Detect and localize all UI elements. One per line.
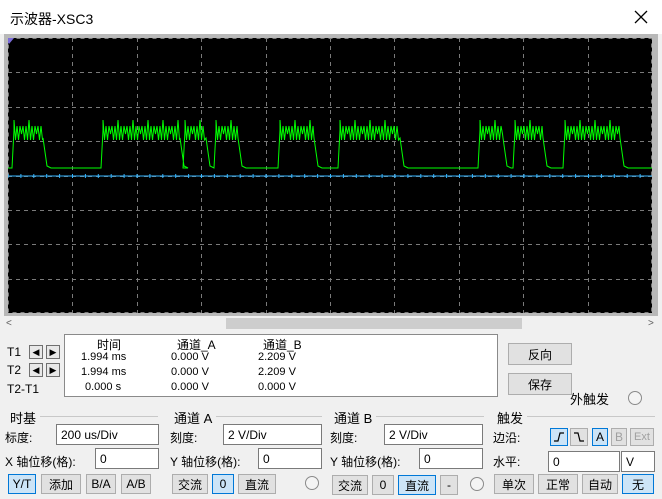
channel-a-ypos-field[interactable]: 0	[258, 448, 322, 469]
trigger-level-unit[interactable]: V	[621, 451, 655, 472]
cursor-marker-icon	[8, 38, 14, 44]
arrow-right-icon: ▶	[49, 346, 57, 357]
channel-b-dc-button[interactable]: 直流	[398, 475, 436, 495]
close-icon	[634, 10, 648, 24]
cursor-t2-label: T2	[7, 363, 22, 377]
row2-channel-a: 0.000 V	[171, 366, 209, 378]
rising-edge-icon	[554, 432, 564, 442]
ext-trigger-terminal[interactable]	[628, 391, 642, 405]
arrow-left-icon: ◀	[32, 346, 40, 357]
trigger-falling-edge-button[interactable]	[570, 428, 588, 446]
channel-a-ac-button[interactable]: 交流	[172, 474, 208, 494]
t2-right-button[interactable]: ▶	[46, 363, 60, 377]
row1-channel-b: 2.209 V	[258, 351, 296, 363]
channel-b-scale-label: 刻度:	[330, 431, 358, 445]
reverse-button[interactable]: 反向	[508, 343, 572, 365]
mode-ab-button[interactable]: A/B	[121, 474, 151, 494]
channel-b-terminal[interactable]	[470, 477, 484, 491]
trigger-normal-button[interactable]: 正常	[538, 474, 578, 494]
falling-edge-icon	[574, 432, 584, 442]
trace-channel-b	[8, 174, 652, 178]
trigger-source-a-button[interactable]: A	[592, 428, 608, 446]
scope-screen[interactable]	[8, 38, 652, 313]
timebase-scale-field[interactable]: 200 us/Div	[56, 424, 159, 445]
scope-display	[8, 38, 652, 313]
row3-channel-a: 0.000 V	[171, 381, 209, 393]
trigger-title: 触发	[497, 411, 524, 426]
channel-b-scale-field[interactable]: 2 V/Div	[384, 424, 483, 445]
trigger-auto-button[interactable]: 自动	[582, 474, 618, 494]
channel-a-scale-field[interactable]: 2 V/Div	[223, 424, 322, 445]
channel-a-dc-button[interactable]: 直流	[238, 474, 276, 494]
channel-b-title: 通道 B	[334, 411, 373, 426]
row2-channel-b: 2.209 V	[258, 366, 296, 378]
trigger-single-button[interactable]: 单次	[494, 474, 534, 494]
arrow-left-icon: ◀	[32, 364, 40, 375]
trigger-divider	[527, 416, 655, 417]
trigger-rising-edge-button[interactable]	[550, 428, 568, 446]
scroll-left-icon[interactable]: <	[6, 318, 12, 329]
trigger-source-b-button[interactable]: B	[611, 428, 627, 446]
channel-a-title: 通道 A	[174, 411, 213, 426]
t1-right-button[interactable]: ▶	[46, 345, 60, 359]
arrow-right-icon: ▶	[49, 364, 57, 375]
trigger-level-field[interactable]: 0	[548, 451, 620, 472]
mode-yt-button[interactable]: Y/T	[8, 474, 36, 494]
t2-left-button[interactable]: ◀	[29, 363, 43, 377]
row1-channel-a: 0.000 V	[171, 351, 209, 363]
window-title: 示波器-XSC3	[10, 11, 94, 27]
row1-time: 1.994 ms	[81, 351, 127, 363]
channel-b-divider	[376, 416, 484, 417]
title-bar	[0, 0, 662, 34]
channel-a-zero-button[interactable]: 0	[212, 474, 234, 494]
measurement-readout: 时间 通道_A 通道_B 1.994 ms 0.000 V 2.209 V 1.…	[64, 334, 498, 397]
scroll-right-icon[interactable]: >	[648, 318, 654, 329]
row2-time: 1.994 ms	[81, 366, 127, 378]
channel-b-ypos-label: Y 轴位移(格):	[330, 455, 401, 469]
row3-time: 0.000 s	[85, 381, 122, 393]
timebase-scale-label: 标度:	[5, 431, 33, 445]
trigger-none-button[interactable]: 无	[622, 474, 654, 494]
trigger-level-label: 水平:	[493, 455, 521, 469]
trigger-source-ext-button[interactable]: Ext	[630, 428, 654, 446]
channel-b-zero-button[interactable]: 0	[372, 475, 394, 495]
scrollbar-thumb[interactable]	[226, 318, 522, 329]
close-button[interactable]	[626, 4, 656, 30]
cursor-t1-label: T1	[7, 345, 22, 359]
timebase-xpos-label: X 轴位移(格):	[5, 455, 76, 469]
timebase-divider	[40, 416, 158, 417]
channel-b-ac-button[interactable]: 交流	[332, 475, 368, 495]
timebase-title: 时基	[10, 411, 37, 426]
channel-a-terminal[interactable]	[305, 476, 319, 490]
channel-a-divider	[216, 416, 322, 417]
channel-b-minus-button[interactable]: -	[440, 475, 458, 495]
row3-channel-b: 0.000 V	[258, 381, 296, 393]
mode-add-button[interactable]: 添加	[41, 474, 81, 494]
channel-b-ypos-field[interactable]: 0	[419, 448, 483, 469]
timebase-xpos-field[interactable]: 0	[95, 448, 159, 469]
ext-trigger-label: 外触发	[570, 392, 610, 407]
cursor-delta-label: T2-T1	[7, 382, 40, 396]
channel-a-scale-label: 刻度:	[170, 431, 198, 445]
save-button[interactable]: 保存	[508, 373, 572, 395]
trigger-edge-label: 边沿:	[493, 431, 521, 445]
t1-left-button[interactable]: ◀	[29, 345, 43, 359]
mode-ba-button[interactable]: B/A	[86, 474, 116, 494]
channel-a-ypos-label: Y 轴位移(格):	[170, 455, 241, 469]
